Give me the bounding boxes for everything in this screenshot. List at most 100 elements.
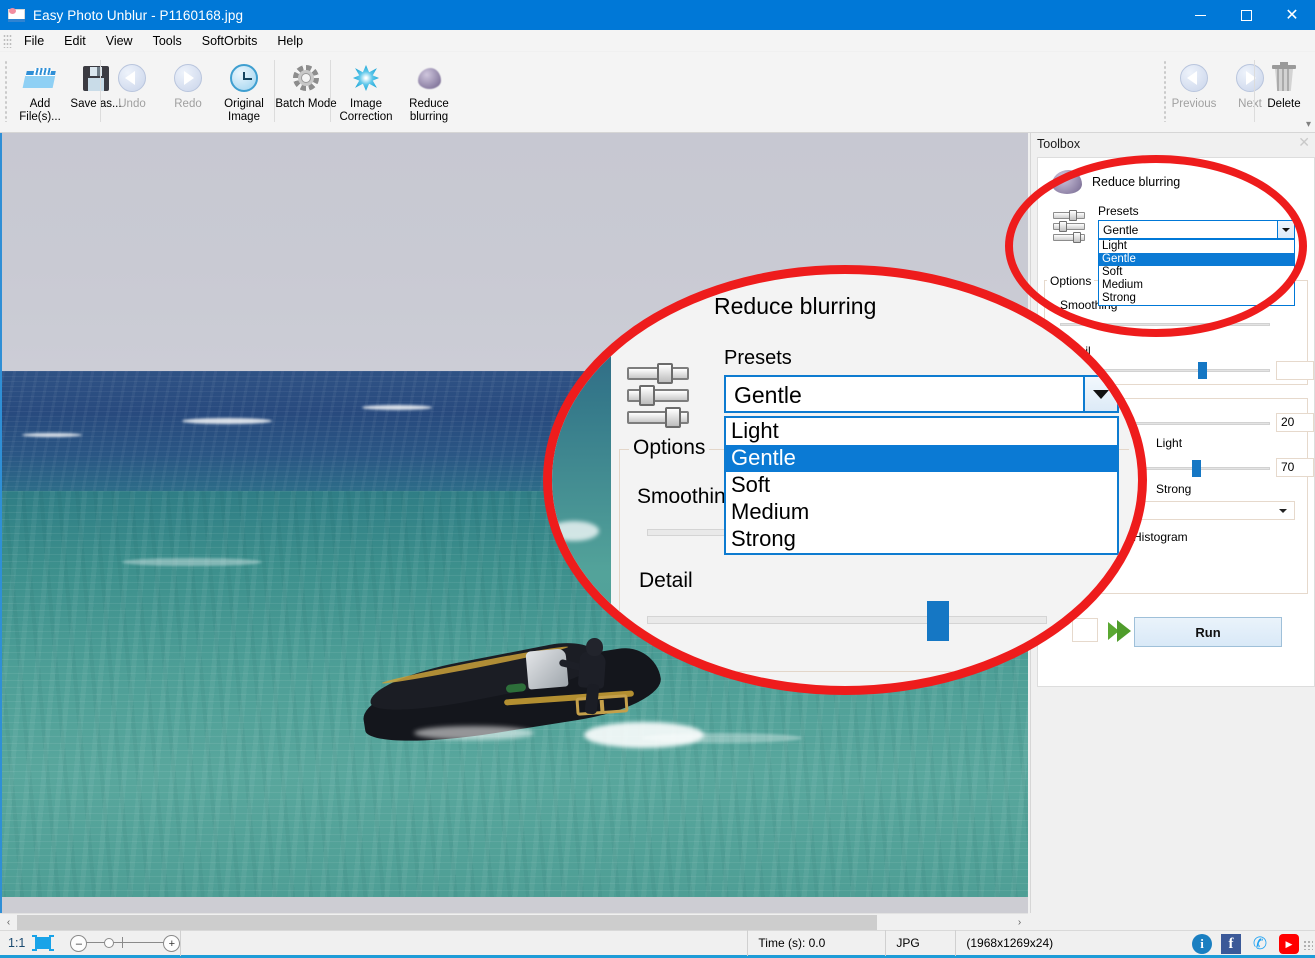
- detail-value-field[interactable]: [1276, 361, 1314, 380]
- add-files-label: Add File(s)...: [19, 98, 61, 123]
- clock-history-icon: [227, 61, 261, 95]
- maximize-button[interactable]: [1223, 0, 1269, 30]
- presets-combobox[interactable]: Gentle: [1098, 220, 1295, 239]
- main-toolbar: Add File(s)... Save as... Undo Redo Orig…: [0, 52, 1315, 133]
- sliders-settings-icon: [1053, 210, 1087, 244]
- scroll-right-arrow-icon[interactable]: ›: [1011, 914, 1028, 931]
- social-links: i f ✆ ▶: [1192, 934, 1299, 954]
- twitter-icon[interactable]: ✆: [1250, 934, 1270, 954]
- open-folder-icon: [22, 61, 57, 95]
- canvas-horizontal-scrollbar[interactable]: ‹ ›: [0, 913, 1028, 930]
- magnified-option-medium[interactable]: Medium: [726, 499, 1117, 526]
- minimize-button[interactable]: [1177, 0, 1223, 30]
- app-photo-icon: [8, 7, 26, 23]
- add-files-button[interactable]: Add File(s)...: [12, 55, 68, 127]
- delete-label: Delete: [1267, 98, 1301, 110]
- previous-button[interactable]: Previous: [1166, 55, 1222, 127]
- magnified-dropdown-list[interactable]: Light Gentle Soft Medium Strong: [724, 416, 1119, 555]
- toolbox-title-label: Toolbox: [1037, 137, 1081, 151]
- magnified-tool-title: Reduce blurring: [714, 293, 877, 319]
- tool-title: Reduce blurring: [1092, 175, 1181, 189]
- bottom-value-field[interactable]: 70: [1276, 458, 1314, 477]
- toolbar-group-effects: Image Correction Reduce blurring: [334, 55, 460, 131]
- close-button[interactable]: ✕: [1269, 0, 1315, 30]
- magnified-detail-thumb[interactable]: [927, 601, 949, 641]
- run-button[interactable]: Run: [1134, 617, 1282, 647]
- status-time: Time (s): 0.0: [747, 930, 885, 956]
- blur-blob-icon: [1052, 170, 1082, 194]
- previous-label: Previous: [1171, 98, 1217, 110]
- arrow-left-circle-icon: [1177, 61, 1211, 95]
- strong-label: Strong: [1156, 482, 1192, 496]
- magnified-detail-slider[interactable]: [647, 616, 1047, 624]
- window-title: Easy Photo Unblur - P1160168.jpg: [33, 7, 244, 23]
- toolbar-separator: [274, 60, 275, 122]
- arrow-right-circle-icon: [171, 61, 205, 95]
- undo-label: Undo: [118, 98, 146, 110]
- menu-item-file[interactable]: File: [14, 31, 54, 51]
- reduce-blurring-label: Reduce blurring: [409, 98, 449, 123]
- application-window: Easy Photo Unblur - P1160168.jpg ✕ File …: [0, 0, 1315, 958]
- magnified-option-light[interactable]: Light: [726, 418, 1117, 445]
- original-image-button[interactable]: Original Image: [216, 55, 272, 127]
- image-correction-button[interactable]: Image Correction: [334, 55, 398, 127]
- sliders-settings-icon: [627, 363, 693, 428]
- magnified-options-label: Options: [629, 436, 710, 460]
- menu-bar: File Edit View Tools SoftOrbits Help: [0, 30, 1315, 52]
- toolbox-close-icon[interactable]: ✕: [1298, 135, 1310, 151]
- redo-button[interactable]: Redo: [160, 55, 216, 127]
- magnified-option-gentle[interactable]: Gentle: [726, 445, 1117, 472]
- status-dimensions: (1968x1269x24): [955, 930, 1155, 956]
- batch-mode-label: Batch Mode: [275, 98, 337, 110]
- info-icon[interactable]: i: [1192, 934, 1212, 954]
- magnifier-photo-edge: [552, 274, 611, 686]
- scrollbar-thumb[interactable]: [17, 915, 877, 930]
- preset-option-gentle[interactable]: Gentle: [1099, 253, 1294, 266]
- resize-grip[interactable]: [1303, 940, 1313, 950]
- tool-header: Reduce blurring: [1052, 170, 1180, 194]
- magnified-option-soft[interactable]: Soft: [726, 472, 1117, 499]
- menu-grip: [3, 33, 12, 48]
- menu-item-softorbits[interactable]: SoftOrbits: [192, 31, 268, 51]
- preset-option-light[interactable]: Light: [1099, 240, 1294, 253]
- zoom-in-button[interactable]: +: [163, 935, 181, 952]
- toolbar-separator: [330, 60, 331, 122]
- facebook-icon[interactable]: f: [1221, 934, 1241, 954]
- menu-item-edit[interactable]: Edit: [54, 31, 96, 51]
- magnifier-callout: Reduce blurring Presets Options Smoothin…: [543, 265, 1147, 695]
- trash-icon: [1267, 61, 1301, 95]
- toolbar-group-tools: Batch Mode: [275, 55, 337, 131]
- zoom-slider-thumb[interactable]: [104, 938, 115, 948]
- chevron-down-icon[interactable]: [1277, 221, 1294, 238]
- youtube-icon[interactable]: ▶: [1279, 934, 1299, 954]
- chevron-down-icon[interactable]: [1083, 377, 1117, 411]
- delete-button[interactable]: Delete: [1256, 55, 1312, 127]
- menu-item-tools[interactable]: Tools: [143, 31, 192, 51]
- magnified-presets-label: Presets: [724, 347, 792, 369]
- window-controls: ✕: [1177, 0, 1315, 30]
- image-correction-label: Image Correction: [339, 98, 393, 123]
- menu-item-help[interactable]: Help: [267, 31, 313, 51]
- toolbar-separator: [1254, 60, 1255, 122]
- toolbar-group-delete: Delete: [1256, 55, 1312, 131]
- presets-selected-value: Gentle: [1103, 222, 1139, 237]
- chevron-down-icon: [1279, 509, 1287, 513]
- redo-label: Redo: [174, 98, 202, 110]
- zoom-ratio-label: 1:1: [8, 936, 26, 950]
- fit-to-screen-icon[interactable]: [32, 935, 55, 951]
- zoom-out-button[interactable]: –: [70, 935, 88, 952]
- reduce-blurring-button[interactable]: Reduce blurring: [398, 55, 460, 127]
- menu-item-view[interactable]: View: [96, 31, 143, 51]
- top-value-field[interactable]: 20: [1276, 413, 1314, 432]
- magnified-option-strong[interactable]: Strong: [726, 526, 1117, 553]
- gear-icon: [289, 61, 323, 95]
- magnified-presets-combobox[interactable]: Gentle: [724, 375, 1119, 413]
- toolbar-group-history: Undo Redo Original Image: [104, 55, 272, 131]
- batch-mode-button[interactable]: Batch Mode: [275, 55, 337, 127]
- magnified-presets-value: Gentle: [734, 382, 802, 408]
- scroll-left-arrow-icon[interactable]: ‹: [0, 914, 17, 931]
- close-icon: ✕: [1285, 5, 1299, 24]
- arrow-left-circle-icon: [115, 61, 149, 95]
- zoom-slider[interactable]: – +: [70, 932, 181, 954]
- undo-button[interactable]: Undo: [104, 55, 160, 127]
